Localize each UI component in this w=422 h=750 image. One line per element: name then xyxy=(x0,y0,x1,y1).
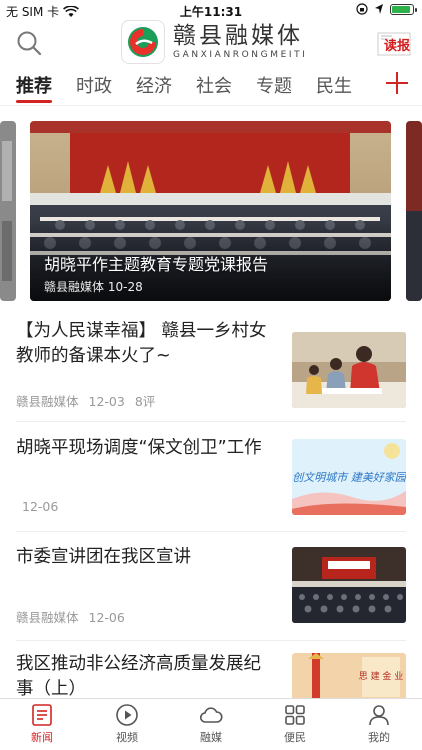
nav-profile[interactable]: 我的 xyxy=(349,703,409,745)
news-item[interactable]: 胡晓平现场调度“保文创卫”工作 12-06 创文明城市 建美好家园 xyxy=(16,436,406,532)
add-channel-icon[interactable] xyxy=(386,72,408,94)
category-tabs: 推荐 时政 经济 社会 专题 民生 xyxy=(0,66,422,106)
news-date: 12-06 xyxy=(88,610,125,625)
news-meta: 12-06 xyxy=(16,499,58,514)
location-icon xyxy=(375,4,383,14)
news-meta: 赣县融媒体 12-06 xyxy=(16,607,125,626)
news-date: 12-03 xyxy=(88,394,125,409)
carousel-date: 10-28 xyxy=(107,280,143,294)
carousel-source: 赣县融媒体 xyxy=(44,280,105,294)
news-comments: 8评 xyxy=(134,394,156,409)
news-source: 赣县融媒体 xyxy=(16,394,79,409)
banner-text: 创文明城市 建美好家园 xyxy=(292,471,406,484)
news-item[interactable]: 【为人民谋幸福】 赣县一乡村女教师的备课本火了~ 赣县融媒体 12-03 8评 xyxy=(16,319,406,422)
news-date: 12-06 xyxy=(22,499,59,514)
active-tab-indicator xyxy=(16,100,52,103)
user-icon xyxy=(369,705,389,726)
news-title[interactable]: 【为人民谋幸福】 赣县一乡村女教师的备课本火了~ xyxy=(16,319,278,369)
carousel-prev-slide[interactable] xyxy=(0,121,16,301)
nav-services[interactable]: 便民 xyxy=(265,703,325,745)
battery-icon xyxy=(390,3,417,15)
news-item[interactable]: 市委宣讲团在我区宣讲 赣县融媒体 12-06 xyxy=(16,545,406,641)
logo-title: 赣县融媒体 xyxy=(173,23,303,49)
logo-mark-icon xyxy=(121,20,165,64)
nav-services-label: 便民 xyxy=(284,731,306,744)
app-logo: 赣县融媒体 GANXIANRONGMEITI xyxy=(121,20,307,64)
bottom-navigation: 新闻 视频 融媒 便民 我的 xyxy=(0,698,422,750)
status-right xyxy=(356,3,417,15)
news-list-icon xyxy=(32,704,52,726)
carousel-meta: 赣县融媒体 10-28 xyxy=(44,278,143,295)
news-meta: 赣县融媒体 12-03 8评 xyxy=(16,391,155,410)
news-title[interactable]: 我区推动非公经济高质量发展纪事（上） xyxy=(16,652,278,702)
nav-video-label: 视频 xyxy=(116,731,138,744)
search-icon[interactable] xyxy=(16,30,42,56)
tab-society[interactable]: 社会 xyxy=(196,72,232,98)
carousel-title: 胡晓平作主题教育专题党课报告 xyxy=(44,255,269,274)
news-thumbnail[interactable] xyxy=(292,332,406,408)
battery-level xyxy=(392,5,410,13)
nav-news[interactable]: 新闻 xyxy=(12,703,72,745)
nav-video[interactable]: 视频 xyxy=(97,703,157,745)
nav-profile-label: 我的 xyxy=(368,731,390,744)
news-thumbnail[interactable]: 思 建 金 业 xyxy=(292,653,406,701)
app-header: 赣县融媒体 GANXIANRONGMEITI 读报 xyxy=(0,18,422,66)
news-title[interactable]: 市委宣讲团在我区宣讲 xyxy=(16,545,278,570)
carousel-next-slide[interactable] xyxy=(406,121,422,301)
news-thumbnail[interactable]: 创文明城市 建美好家园 xyxy=(292,439,406,515)
status-bar: 无 SIM 卡 上午11:31 xyxy=(0,0,422,20)
news-source: 赣县融媒体 xyxy=(16,610,79,625)
rotation-lock-icon xyxy=(356,3,368,15)
carousel-main-slide[interactable]: 胡晓平作主题教育专题党课报告 赣县融媒体 10-28 xyxy=(30,121,391,301)
banner-text: 思 建 金 业 xyxy=(359,670,404,682)
tab-politics[interactable]: 时政 xyxy=(76,72,112,98)
cloud-icon xyxy=(199,707,223,723)
tab-special[interactable]: 专题 xyxy=(256,72,292,98)
news-item[interactable]: 我区推动非公经济高质量发展纪事（上） 思 建 金 业 xyxy=(16,652,406,702)
tab-livelihood[interactable]: 民生 xyxy=(316,72,352,98)
logo-subtitle: GANXIANRONGMEITI xyxy=(173,50,308,60)
nav-media-label: 融媒 xyxy=(200,731,222,744)
tab-economy[interactable]: 经济 xyxy=(136,72,172,98)
nav-media[interactable]: 融媒 xyxy=(181,703,241,745)
read-paper-button[interactable]: 读报 xyxy=(384,35,410,54)
news-thumbnail[interactable] xyxy=(292,547,406,623)
play-circle-icon xyxy=(116,704,138,726)
headline-carousel[interactable]: 胡晓平作主题教育专题党课报告 赣县融媒体 10-28 xyxy=(0,121,422,303)
news-title[interactable]: 胡晓平现场调度“保文创卫”工作 xyxy=(16,436,278,461)
nav-news-label: 新闻 xyxy=(31,731,53,744)
grid-icon xyxy=(285,705,305,725)
tab-recommend[interactable]: 推荐 xyxy=(16,72,52,98)
